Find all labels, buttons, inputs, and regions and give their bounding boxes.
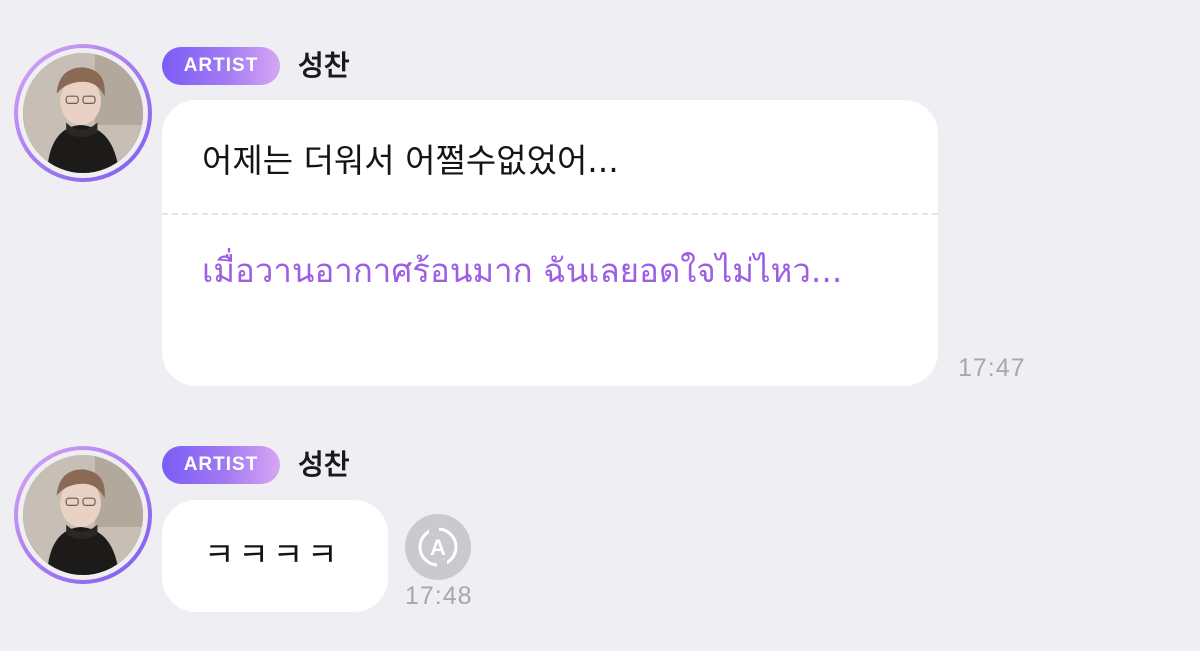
artist-avatar[interactable] <box>14 446 152 584</box>
translate-button[interactable]: A <box>405 514 471 580</box>
translate-A-icon: A <box>418 526 458 568</box>
avatar-ring <box>18 450 148 580</box>
sender-name: 성찬 <box>298 448 350 481</box>
message-bubble[interactable]: ㅋㅋㅋㅋ <box>162 500 388 612</box>
person-photo-icon <box>23 455 143 575</box>
avatar-photo <box>23 455 143 575</box>
message-timestamp: 17:47 <box>958 354 1026 382</box>
message-timestamp: 17:48 <box>405 582 473 610</box>
svg-text:A: A <box>430 535 446 560</box>
artist-avatar[interactable] <box>14 44 152 182</box>
avatar-photo <box>23 53 143 173</box>
message-text: 어제는 더워서 어쩔수없었어... <box>202 141 619 180</box>
artist-badge: ARTIST <box>162 47 280 85</box>
artist-badge: ARTIST <box>162 446 280 484</box>
person-photo-icon <box>23 53 143 173</box>
translated-text: เมื่อวานอากาศร้อนมาก ฉันเลยอดใจไม่ไหว... <box>202 251 843 290</box>
sender-name: 성찬 <box>298 49 350 82</box>
translation-divider <box>162 213 938 215</box>
message-bubble[interactable]: 어제는 더워서 어쩔수없었어... เมื่อวานอากาศร้อนมาก ฉ… <box>162 100 938 386</box>
avatar-ring <box>18 48 148 178</box>
message-text: ㅋㅋㅋㅋ <box>204 535 342 574</box>
